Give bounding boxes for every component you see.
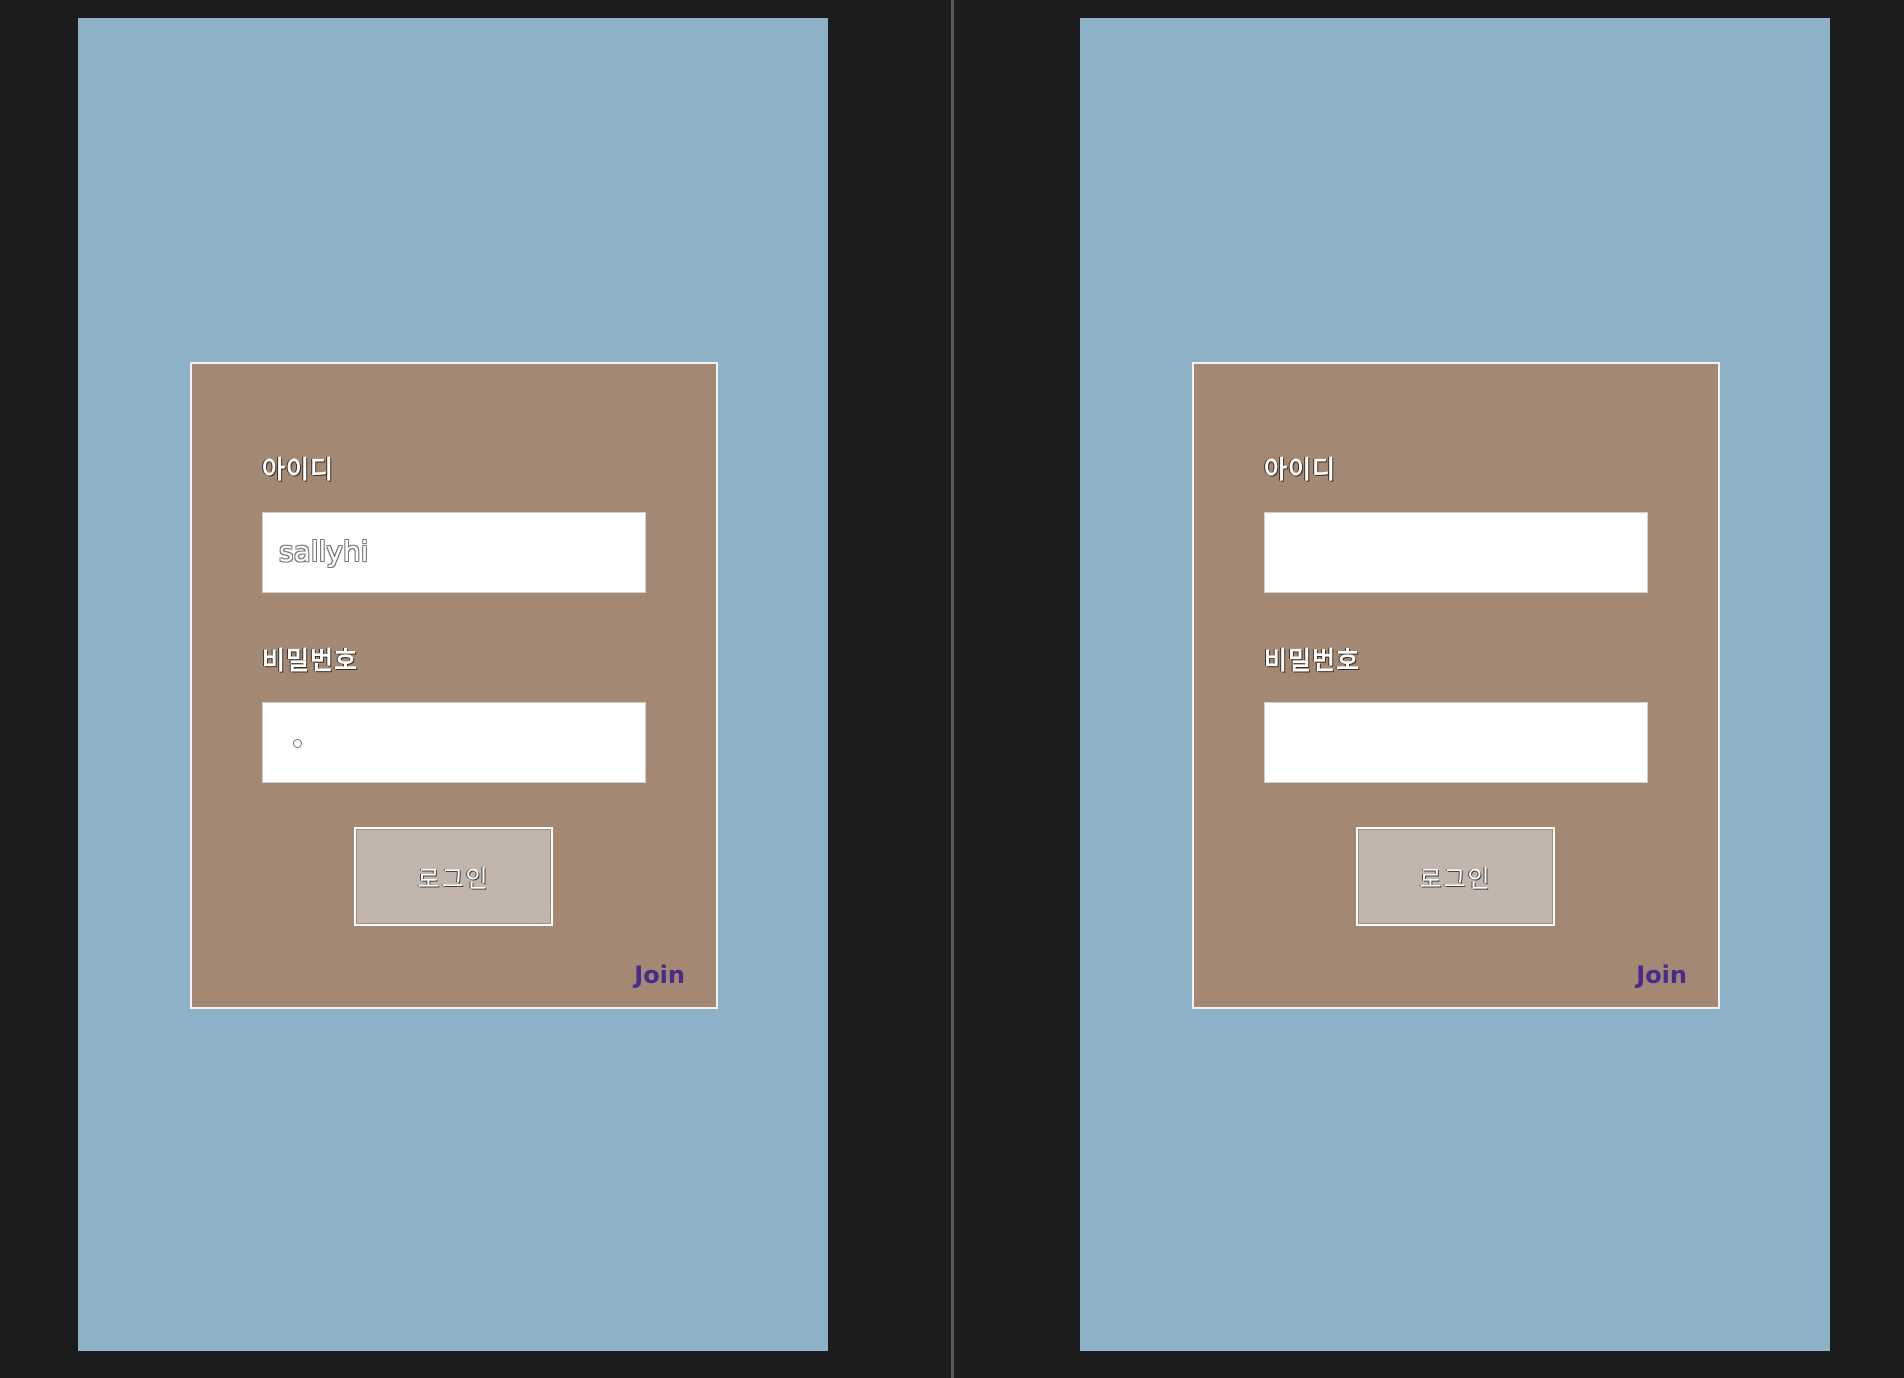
password-input[interactable] — [262, 702, 646, 783]
phone-screen-right: 아이디 비밀번호 로그인 Join — [1080, 18, 1830, 1351]
login-panel: 아이디 sallyhi 비밀번호 로그인 Join — [190, 362, 718, 1009]
phone-screen-left: 아이디 sallyhi 비밀번호 로그인 Join — [78, 18, 828, 1351]
login-button[interactable]: 로그인 — [354, 827, 553, 926]
login-button[interactable]: 로그인 — [1356, 827, 1555, 926]
join-link[interactable]: Join — [634, 961, 685, 989]
join-link[interactable]: Join — [1636, 961, 1687, 989]
id-input-value: sallyhi — [279, 535, 369, 568]
login-panel: 아이디 비밀번호 로그인 Join — [1192, 362, 1720, 1009]
password-mask-dot — [293, 739, 302, 748]
password-label: 비밀번호 — [1264, 646, 1361, 675]
screen-divider — [951, 0, 954, 1378]
id-input[interactable]: sallyhi — [262, 512, 646, 593]
id-input[interactable] — [1264, 512, 1648, 593]
password-input[interactable] — [1264, 702, 1648, 783]
password-label: 비밀번호 — [262, 646, 359, 675]
id-label: 아이디 — [1264, 455, 1337, 484]
id-label: 아이디 — [262, 455, 335, 484]
